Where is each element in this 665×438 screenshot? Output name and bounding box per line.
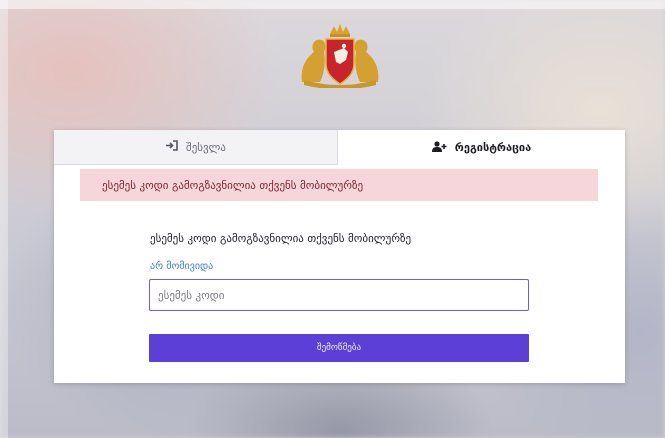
- verify-button[interactable]: შემოწმება: [149, 334, 529, 362]
- tab-register[interactable]: რეგისტრაცია: [338, 130, 625, 165]
- auth-tabs: შესვლა რეგისტრაცია: [54, 130, 625, 165]
- sign-in-icon: [165, 140, 178, 154]
- auth-card: შესვლა რეგისტრაცია ესემეს კოდი გამოგზავნ…: [54, 130, 625, 383]
- page-top-strip: [0, 0, 665, 9]
- tab-login[interactable]: შესვლა: [54, 130, 338, 165]
- resend-code-link[interactable]: არ მომივიდა: [150, 261, 213, 272]
- alert-text: ესემეს კოდი გამოგზავნილია თქვენს მობილურ…: [102, 178, 364, 192]
- sms-sent-alert: ესემეს კოდი გამოგზავნილია თქვენს მობილურ…: [80, 169, 598, 201]
- coat-of-arms-icon: [301, 24, 379, 88]
- sms-code-input[interactable]: [149, 279, 529, 311]
- form-instruction: ესემეს კოდი გამოგზავნილია თქვენს მობილურ…: [150, 232, 412, 245]
- user-plus-icon: [431, 140, 447, 155]
- tab-register-label: რეგისტრაცია: [454, 141, 532, 154]
- page-left-strip: [0, 0, 8, 438]
- tab-login-label: შესვლა: [186, 140, 226, 154]
